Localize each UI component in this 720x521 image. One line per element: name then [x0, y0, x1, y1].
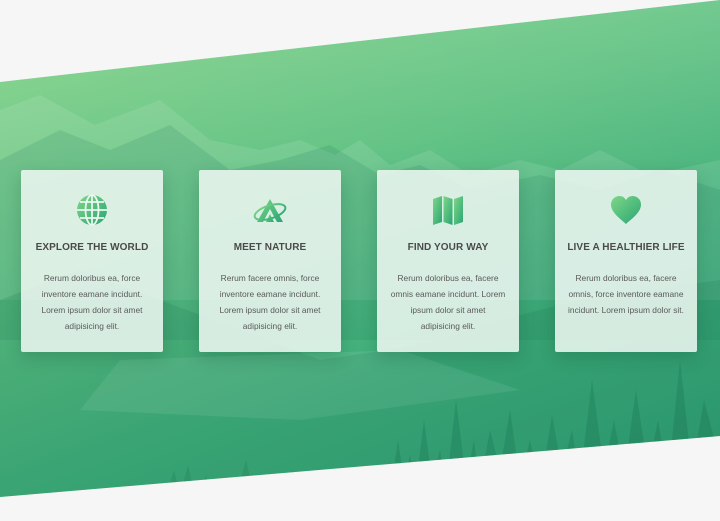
feature-card-explore: EXPLORE THE WORLD Rerum doloribus ea, fo…	[21, 170, 163, 352]
features-section: EXPLORE THE WORLD Rerum doloribus ea, fo…	[0, 0, 720, 521]
globe-icon	[77, 194, 107, 226]
card-title: EXPLORE THE WORLD	[35, 242, 149, 253]
feature-card-find-way: FIND YOUR WAY Rerum doloribus ea, facere…	[377, 170, 519, 352]
card-description: Rerum doloribus ea, facere omnis eamane …	[390, 273, 506, 331]
feature-card-healthier: LIVE A HEALTHIER LIFE Rerum doloribus ea…	[555, 170, 697, 352]
card-description: Rerum doloribus ea, force inventore eama…	[41, 273, 143, 331]
card-description: Rerum doloribus ea, facere omnis, force …	[568, 273, 684, 315]
heart-icon	[611, 196, 641, 224]
feature-cards: EXPLORE THE WORLD Rerum doloribus ea, fo…	[0, 0, 720, 521]
feature-card-nature: MEET NATURE Rerum facere omnis, force in…	[199, 170, 341, 352]
mountain-logo-icon	[253, 199, 287, 222]
card-title: FIND YOUR WAY	[407, 242, 489, 253]
card-title: LIVE A HEALTHIER LIFE	[567, 242, 685, 253]
card-title: MEET NATURE	[233, 242, 307, 253]
card-description: Rerum facere omnis, force inventore eama…	[219, 273, 321, 331]
map-icon	[433, 196, 463, 225]
